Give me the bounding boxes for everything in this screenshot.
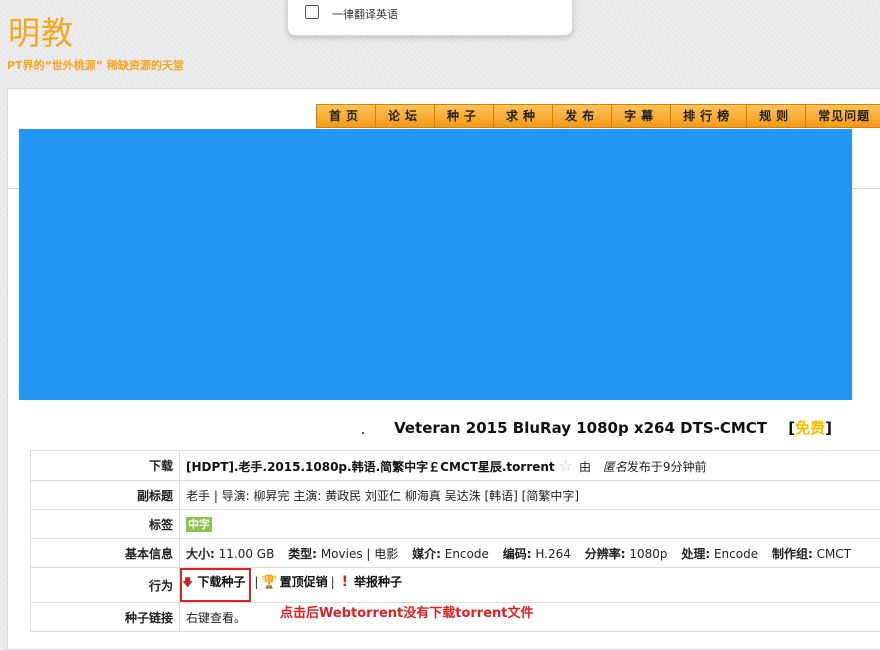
nav-item-requests[interactable]: 求种 xyxy=(494,104,553,128)
by-prefix: 由 xyxy=(579,460,591,474)
row-tags: 标签 中字 xyxy=(31,510,880,539)
row-value: [HDPT].老手.2015.1080p.韩语.简繁中字￡CMCT星辰.torr… xyxy=(180,451,880,481)
nav-item-forum[interactable]: 论坛 xyxy=(376,104,435,128)
download-highlight: 🡇 下载种子 xyxy=(180,568,251,602)
translate-popup: 一律翻译英语 xyxy=(287,0,573,36)
trophy-icon: 🏆 xyxy=(261,575,277,590)
main-nav: 首页 论坛 种子 求种 发布 字幕 排行榜 规则 常见问题 xyxy=(316,104,880,126)
action-separator: | xyxy=(254,575,258,589)
torrent-title: Veteran 2015 BluRay 1080p x264 DTS-CMCT … xyxy=(394,417,832,438)
nav-item-upload[interactable]: 发布 xyxy=(553,104,612,128)
translate-checkbox-label[interactable]: 一律翻译英语 xyxy=(332,6,398,22)
row-value: 中字 xyxy=(180,510,880,539)
free-badge: [免费] xyxy=(788,419,832,437)
basic-info-value: 大小: 11.00 GB 类型: Movies | 电影 媒介: Encode … xyxy=(180,539,880,568)
stray-dot xyxy=(362,432,364,434)
redaction-block xyxy=(19,129,852,400)
info-group: 制作组: CMCT xyxy=(772,547,851,561)
arrow-down-icon: 🡇 xyxy=(182,576,193,589)
nav-item-home[interactable]: 首页 xyxy=(316,104,376,128)
row-key: 副标题 xyxy=(31,481,180,510)
row-key: 标签 xyxy=(31,510,180,539)
nav-item-rankings[interactable]: 排行榜 xyxy=(671,104,747,128)
info-resolution: 分辨率: 1080p xyxy=(585,547,668,561)
torrent-title-text: Veteran 2015 BluRay 1080p x264 DTS-CMCT xyxy=(394,419,767,437)
row-key: 行为 xyxy=(31,568,180,603)
info-codec: 编码: H.264 xyxy=(503,547,571,561)
subtitle-value: 老手 | 导演: 柳昇完 主演: 黄政民 刘亚仁 柳海真 吴达洙 [韩语] [简… xyxy=(180,481,880,510)
download-torrent-button[interactable]: 下载种子 xyxy=(197,575,245,589)
row-key: 基本信息 xyxy=(31,539,180,568)
uploader-anon: 匿名发布于9分钟前 xyxy=(603,460,707,474)
star-icon[interactable]: ☆ xyxy=(559,456,573,475)
row-key: 种子链接 xyxy=(31,603,180,632)
info-processing: 处理: Encode xyxy=(681,547,758,561)
row-actions: 行为 🡇下载种子|🏆置顶促销|!举报种子 xyxy=(31,568,880,603)
translate-checkbox[interactable] xyxy=(305,5,319,19)
info-type: 类型: Movies | 电影 xyxy=(288,547,398,561)
tag-badge[interactable]: 中字 xyxy=(186,517,212,532)
torrent-file-link[interactable]: [HDPT].老手.2015.1080p.韩语.简繁中字￡CMCT星辰.torr… xyxy=(186,460,555,474)
red-annotation: 点击后Webtorrent没有下载torrent文件 xyxy=(280,602,534,621)
row-key: 下载 xyxy=(31,451,180,481)
exclamation-icon: ! xyxy=(342,574,348,590)
action-separator: | xyxy=(331,575,335,589)
row-download: 下载 [HDPT].老手.2015.1080p.韩语.简繁中字￡CMCT星辰.t… xyxy=(31,451,880,481)
site-logo[interactable]: 明教 xyxy=(8,8,74,54)
info-media: 媒介: Encode xyxy=(412,547,489,561)
nav-item-torrents[interactable]: 种子 xyxy=(435,104,494,128)
nav-item-faq[interactable]: 常见问题 xyxy=(806,104,880,128)
nav-item-subtitles[interactable]: 字幕 xyxy=(612,104,671,128)
row-subtitle: 副标题 老手 | 导演: 柳昇完 主演: 黄政民 刘亚仁 柳海真 吴达洙 [韩语… xyxy=(31,481,880,510)
promote-button[interactable]: 置顶促销 xyxy=(280,575,328,589)
site-slogan: PT界的“世外桃源” 稀缺资源的天堂 xyxy=(7,57,184,73)
info-size: 大小: 11.00 GB xyxy=(186,547,274,561)
report-button[interactable]: 举报种子 xyxy=(354,575,402,589)
row-basic-info: 基本信息 大小: 11.00 GB 类型: Movies | 电影 媒介: En… xyxy=(31,539,880,568)
nav-item-rules[interactable]: 规则 xyxy=(747,104,806,128)
actions-value: 🡇下载种子|🏆置顶促销|!举报种子 xyxy=(180,568,880,603)
